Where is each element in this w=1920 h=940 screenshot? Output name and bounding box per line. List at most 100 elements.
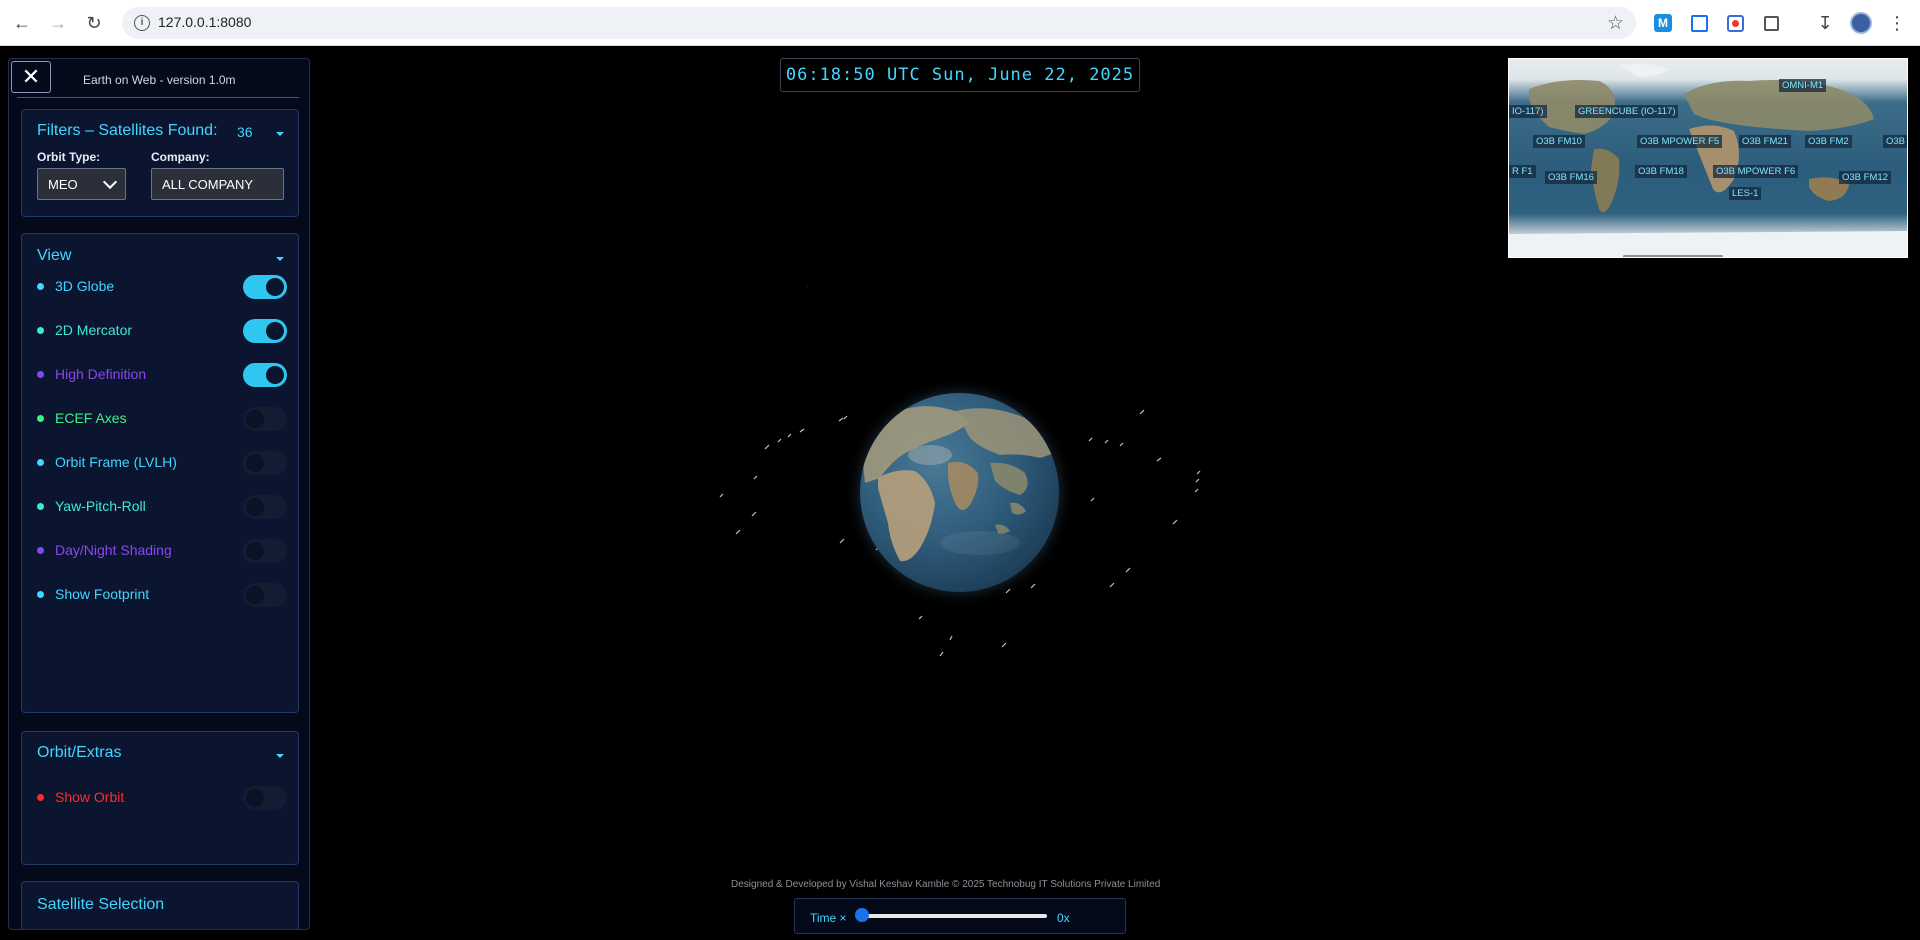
satellite-marker: [1156, 457, 1162, 462]
satellite-marker: [1196, 470, 1201, 475]
toggle-row-show-footprint[interactable]: Show Footprint: [37, 583, 287, 607]
toggle-row-day-night-shading[interactable]: Day/Night Shading: [37, 539, 287, 563]
toggle-label: Day/Night Shading: [55, 542, 172, 558]
map-label[interactable]: R F1: [1509, 165, 1536, 178]
minimap-scrollbar[interactable]: [1623, 255, 1723, 257]
bullet-dot-icon: [37, 591, 44, 598]
satellite-marker: [764, 444, 770, 450]
show-footprint-toggle[interactable]: [243, 583, 287, 607]
site-info-icon[interactable]: i: [134, 15, 150, 31]
map-label[interactable]: O3B MPOWER F6: [1713, 165, 1799, 178]
satellite-marker: [839, 538, 845, 544]
bookmark-star-icon[interactable]: ☆: [1607, 12, 1624, 35]
browser-menu-icon[interactable]: ⋮: [1886, 12, 1908, 34]
bullet-dot-icon: [37, 794, 44, 801]
bullet-dot-icon: [37, 283, 44, 290]
toggle-knob: [266, 278, 284, 296]
reload-icon[interactable]: ↻: [81, 10, 107, 36]
time-slider-thumb[interactable]: [855, 908, 869, 922]
orbit-extras-card: Orbit/Extras Show Orbit: [21, 731, 299, 865]
browser-toolbar: ← → ↻ i 127.0.0.1:8080 ☆ M ↧ ⋮: [0, 0, 1920, 46]
profile-avatar[interactable]: [1850, 12, 1872, 34]
orbit-type-select[interactable]: MEO: [37, 168, 126, 200]
map-label[interactable]: O3B FM10: [1533, 135, 1585, 148]
toggle-knob: [246, 789, 264, 807]
satellite-marker: [1104, 439, 1109, 444]
toggle-row-3d-globe[interactable]: 3D Globe: [37, 275, 287, 299]
toggle-knob: [266, 322, 284, 340]
satellite-marker: [735, 529, 741, 535]
map-label[interactable]: O3B FM18: [1635, 165, 1687, 178]
2d-mercator-toggle[interactable]: [243, 319, 287, 343]
toggle-knob: [246, 454, 264, 472]
day-night-shading-toggle[interactable]: [243, 539, 287, 563]
map-label[interactable]: IO-117): [1509, 105, 1547, 118]
toggle-row-orbit-frame-lvlh[interactable]: Orbit Frame (LVLH): [37, 451, 287, 475]
app-canvas: ✕ Earth on Web - version 1.0m Filters – …: [0, 46, 1920, 940]
satellite-marker: [918, 615, 923, 620]
time-multiplier-label: Time ×: [810, 911, 847, 925]
caret-down-icon[interactable]: [276, 257, 284, 261]
filters-title[interactable]: Filters – Satellites Found:: [37, 122, 218, 140]
map-label[interactable]: O3B FM21: [1739, 135, 1791, 148]
forward-icon[interactable]: →: [45, 10, 71, 36]
3d-globe-toggle[interactable]: [243, 275, 287, 299]
bullet-dot-icon: [37, 415, 44, 422]
company-select[interactable]: ALL COMPANY: [151, 168, 284, 200]
satellite-selection-title[interactable]: Satellite Selection: [37, 896, 164, 914]
toggle-row-2d-mercator[interactable]: 2D Mercator: [37, 319, 287, 343]
high-definition-toggle[interactable]: [243, 363, 287, 387]
mercator-minimap[interactable]: OMNI-M1 IO-117) GREENCUBE (IO-117) O3B F…: [1508, 58, 1908, 258]
map-label[interactable]: O3B MPOWER F5: [1637, 135, 1723, 148]
yaw-pitch-roll-toggle[interactable]: [243, 495, 287, 519]
show-orbit-toggle[interactable]: [243, 786, 287, 810]
satellite-marker: [1109, 582, 1115, 588]
map-label[interactable]: GREENCUBE (IO-117): [1575, 105, 1679, 118]
orbit-type-value: MEO: [48, 177, 78, 192]
view-title[interactable]: View: [37, 247, 71, 265]
map-label[interactable]: O3B FM12: [1839, 171, 1891, 184]
ecef-axes-toggle[interactable]: [243, 407, 287, 431]
download-icon[interactable]: ↧: [1814, 12, 1836, 34]
caret-down-icon[interactable]: [276, 132, 284, 136]
back-icon[interactable]: ←: [9, 10, 35, 36]
satellite-marker: [1139, 409, 1145, 415]
toggle-knob: [246, 586, 264, 604]
satellite-marker: [939, 651, 944, 657]
close-sidebar-button[interactable]: ✕: [11, 61, 51, 93]
satellite-marker: [1195, 478, 1200, 483]
control-sidebar: ✕ Earth on Web - version 1.0m Filters – …: [8, 58, 310, 930]
caret-down-icon[interactable]: [276, 754, 284, 758]
satellite-selection-card: Satellite Selection: [21, 881, 299, 929]
extensions-puzzle-icon[interactable]: [1760, 12, 1782, 34]
time-slider-track[interactable]: [861, 914, 1047, 918]
address-bar[interactable]: i 127.0.0.1:8080 ☆: [122, 7, 1636, 39]
toggle-label: Orbit Frame (LVLH): [55, 454, 177, 470]
toggle-row-show-orbit[interactable]: Show Orbit: [37, 786, 287, 810]
orbit-type-label: Orbit Type:: [37, 150, 101, 164]
map-label[interactable]: O3B FM16: [1545, 171, 1597, 184]
toggle-row-high-definition[interactable]: High Definition: [37, 363, 287, 387]
extension-m-icon[interactable]: M: [1652, 12, 1674, 34]
capture-extension-icon[interactable]: [1724, 12, 1746, 34]
satellite-marker: [1001, 642, 1007, 648]
screenshot-extension-icon[interactable]: [1688, 12, 1710, 34]
satellite-count: 36: [237, 124, 253, 140]
map-label[interactable]: OMNI-M1: [1779, 79, 1827, 92]
bullet-dot-icon: [37, 371, 44, 378]
toggle-row-yaw-pitch-roll[interactable]: Yaw-Pitch-Roll: [37, 495, 287, 519]
toggle-label: ECEF Axes: [55, 410, 127, 426]
satellite-marker: [777, 438, 782, 443]
toggle-row-ecef-axes[interactable]: ECEF Axes: [37, 407, 287, 431]
bullet-dot-icon: [37, 459, 44, 466]
map-label[interactable]: O3B: [1883, 135, 1907, 148]
view-card: View 3D Globe 2D Mercator High Definition E…: [21, 233, 299, 713]
map-label[interactable]: LES-1: [1729, 187, 1762, 200]
earth-globe[interactable]: [860, 393, 1059, 592]
url-text[interactable]: 127.0.0.1:8080: [158, 14, 251, 30]
company-value: ALL COMPANY: [162, 177, 254, 192]
orbit-frame-lvlh-toggle[interactable]: [243, 451, 287, 475]
map-label[interactable]: O3B FM2: [1805, 135, 1852, 148]
chevron-down-icon: [102, 174, 118, 190]
orbit-extras-title[interactable]: Orbit/Extras: [37, 744, 121, 762]
